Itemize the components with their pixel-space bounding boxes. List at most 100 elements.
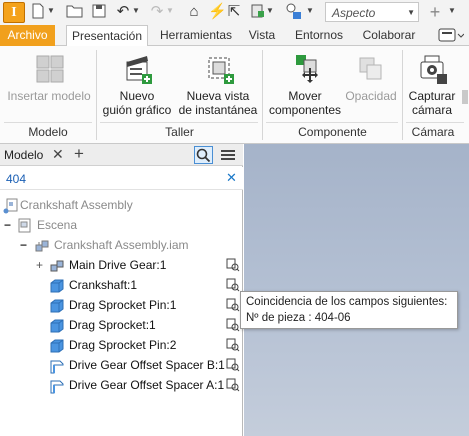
group-label-model: Modelo: [28, 125, 68, 139]
capture-camera-line2: cámara: [411, 103, 452, 117]
tree-label: Crankshaft:1: [69, 278, 138, 292]
move-components-icon: [266, 52, 344, 86]
tab-archivo[interactable]: Archivo: [0, 25, 55, 46]
group-label-component: Componente: [298, 125, 367, 139]
update-icon[interactable]: ⚡: [208, 3, 227, 21]
ribbon-panel: Insertar modelo Nuevo guión gráfico Nuev…: [0, 46, 469, 144]
home-icon[interactable]: ⌂: [186, 3, 202, 21]
move-components-button[interactable]: Mover componentes: [266, 52, 344, 117]
add-tab-icon[interactable]: +: [74, 144, 84, 164]
tree-root-assembly[interactable]: Crankshaft Assembly: [0, 195, 243, 215]
tree-label: Drive Gear Offset Spacer B:1: [69, 358, 225, 372]
tree-label: Escena: [37, 218, 78, 232]
new-snapshot-view-button[interactable]: Nueva vista de instantánea: [177, 52, 259, 117]
ribbon-overflow[interactable]: [462, 90, 468, 104]
menu-icon[interactable]: [220, 148, 236, 162]
tab-entornos[interactable]: Entornos: [293, 25, 345, 46]
tooltip-line-1: Coincidencia de los campos siguientes:: [246, 296, 448, 308]
move-components-line1: Mover: [288, 89, 322, 103]
save-icon[interactable]: [91, 3, 107, 21]
match-indicator-icon[interactable]: [226, 258, 240, 272]
select-icon[interactable]: ⇱: [226, 3, 242, 21]
search-icon[interactable]: [194, 146, 213, 164]
match-indicator-icon[interactable]: [226, 378, 240, 392]
open-icon[interactable]: [66, 3, 84, 21]
new-snapshot-line1: Nueva vista: [186, 89, 250, 103]
tree-node-assembly-iam[interactable]: − Crankshaft Assembly.iam: [0, 235, 243, 255]
graphics-viewport[interactable]: [244, 144, 469, 436]
expand-icon[interactable]: +: [36, 255, 43, 275]
appearance-icon[interactable]: [285, 3, 303, 21]
match-indicator-icon[interactable]: [226, 278, 240, 292]
capture-camera-button[interactable]: Capturar cámara: [404, 52, 460, 117]
tree-item-drag-sprocket-pin-1[interactable]: Drag Sprocket Pin:1: [0, 295, 243, 315]
tree-label: Crankshaft Assembly.iam: [54, 238, 189, 252]
quick-access-toolbar: I ▼ ↶ ▼ ↷ ▼ ⌂ ⚡ ⇱ ▼ ▼ Aspecto ▼ + ▼: [0, 0, 469, 25]
close-icon[interactable]: ✕: [52, 146, 64, 163]
chevron-down-icon[interactable]: ▼: [47, 6, 55, 15]
capture-camera-line1: Capturar: [408, 89, 456, 103]
browser-header: Modelo ✕ +: [0, 144, 243, 166]
chevron-down-icon[interactable]: ▼: [266, 6, 274, 15]
material-icon[interactable]: [249, 3, 265, 21]
ribbon-tab-bar: Archivo Presentación Herramientas Vista …: [0, 25, 469, 47]
tree-item-main-drive-gear[interactable]: + Main Drive Gear:1: [0, 255, 243, 275]
app-menu-button[interactable]: I: [3, 2, 25, 23]
tree-item-drag-sprocket-pin-2[interactable]: Drag Sprocket Pin:2: [0, 335, 243, 355]
tab-presentacion[interactable]: Presentación: [66, 25, 148, 47]
tab-vista[interactable]: Vista: [246, 25, 278, 46]
opacity-button[interactable]: Opacidad: [343, 52, 399, 103]
clear-search-icon[interactable]: ✕: [226, 170, 237, 186]
group-label-camera: Cámara: [411, 125, 455, 139]
match-indicator-icon[interactable]: [226, 358, 240, 372]
insert-model-label: Insertar modelo: [7, 89, 91, 103]
chevron-down-icon[interactable]: ▼: [132, 6, 140, 15]
tree-label: Drag Sprocket Pin:1: [69, 298, 177, 312]
tree-label: Crankshaft Assembly: [20, 198, 133, 212]
browser-search-bar: ✕: [0, 167, 243, 190]
tooltip-line-2: Nº de pieza : 404-06: [246, 312, 351, 324]
snapshot-icon: [177, 52, 259, 86]
collapse-icon[interactable]: −: [20, 235, 27, 255]
browser-tab-model[interactable]: Modelo: [4, 148, 43, 162]
chevron-down-icon[interactable]: ▼: [306, 6, 314, 15]
tree-label: Drive Gear Offset Spacer A:1: [69, 378, 225, 392]
tree-label: Drag Sprocket:1: [69, 318, 156, 332]
search-match-tooltip: Coincidencia de los campos siguientes: N…: [240, 291, 458, 329]
insert-model-icon: [4, 52, 94, 86]
new-icon[interactable]: [30, 3, 46, 21]
tree-item-crankshaft[interactable]: Crankshaft:1: [0, 275, 243, 295]
tree-node-scene[interactable]: − Escena: [0, 215, 243, 235]
model-browser: Modelo ✕ + ✕ Crankshaft Assembly − Escen…: [0, 144, 243, 436]
new-snapshot-line2: de instantánea: [178, 103, 258, 117]
new-storyboard-line2: guión gráfico: [102, 103, 172, 117]
redo-icon[interactable]: ↷: [149, 3, 165, 21]
tree-item-drag-sprocket-1[interactable]: Drag Sprocket:1: [0, 315, 243, 335]
ribbon-options-icon[interactable]: [438, 28, 465, 43]
tree-label: Main Drive Gear:1: [69, 258, 167, 272]
add-icon[interactable]: +: [427, 3, 443, 21]
appearance-placeholder: Aspecto: [332, 6, 376, 20]
tree-item-spacer-b[interactable]: Drive Gear Offset Spacer B:1: [0, 355, 243, 375]
group-label-workshop: Taller: [165, 125, 194, 139]
chevron-down-icon[interactable]: ▼: [166, 6, 174, 15]
sheet-metal-part-icon: [49, 378, 65, 400]
match-indicator-icon[interactable]: [226, 318, 240, 332]
opacity-label: Opacidad: [345, 89, 397, 103]
chevron-down-icon: ▼: [407, 8, 415, 17]
opacity-icon: [343, 52, 399, 86]
match-indicator-icon[interactable]: [226, 338, 240, 352]
new-storyboard-button[interactable]: Nuevo guión gráfico: [98, 52, 176, 117]
move-components-line2: componentes: [268, 103, 342, 117]
new-storyboard-line1: Nuevo: [119, 89, 155, 103]
undo-icon[interactable]: ↶: [115, 3, 131, 21]
match-indicator-icon[interactable]: [226, 298, 240, 312]
appearance-dropdown[interactable]: Aspecto ▼: [325, 2, 419, 22]
insert-model-button[interactable]: Insertar modelo: [4, 52, 94, 103]
tab-colaborar[interactable]: Colaborar: [360, 25, 418, 46]
collapse-icon[interactable]: −: [4, 215, 11, 235]
tab-herramientas[interactable]: Herramientas: [160, 25, 232, 46]
tree-item-spacer-a[interactable]: Drive Gear Offset Spacer A:1: [0, 375, 243, 395]
chevron-down-icon[interactable]: ▼: [448, 6, 456, 15]
search-input[interactable]: [6, 170, 216, 187]
